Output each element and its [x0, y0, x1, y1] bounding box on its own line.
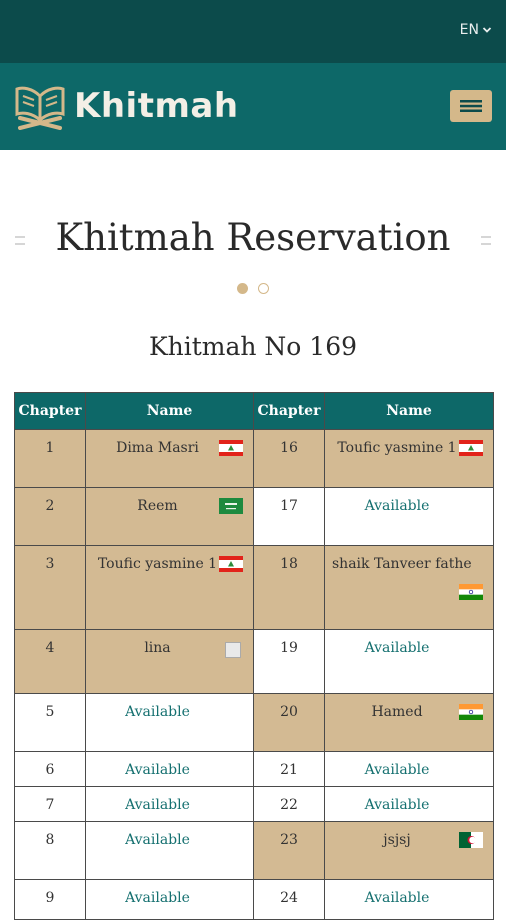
lebanon-flag-icon	[219, 556, 243, 572]
carousel-dot[interactable]	[258, 283, 269, 294]
khitmah-number: Khitmah No 169	[148, 332, 358, 361]
chapter-number: 3	[14, 545, 86, 630]
page-title: Khitmah Reservation	[55, 216, 451, 259]
chapter-number: 23	[253, 821, 325, 880]
reserved-name-cell: Hamed	[324, 693, 494, 752]
reservation-table: Chapter Name Chapter Name 1 Dima Masri 16 T…	[14, 392, 494, 920]
available-link[interactable]: Available	[87, 797, 252, 813]
available-slot[interactable]: Available	[324, 629, 494, 694]
table-row: 1 Dima Masri 16 Toufic yasmine 1	[14, 429, 494, 488]
reserver-name: shaik Tanveer fathe	[332, 556, 472, 572]
reserved-name-cell: lina	[85, 629, 254, 694]
column-header-chapter: Chapter	[253, 392, 325, 430]
available-slot[interactable]: Available	[324, 487, 494, 546]
table-row: 5 Available 20 Hamed	[14, 693, 494, 752]
reserved-name-cell: jsjsj	[324, 821, 494, 880]
carousel-dot-active[interactable]	[237, 283, 248, 294]
available-link[interactable]: Available	[326, 797, 492, 813]
chapter-number: 2	[14, 487, 86, 546]
chapter-number: 7	[14, 786, 86, 822]
chapter-number: 18	[253, 545, 325, 630]
chapter-number: 1	[14, 429, 86, 488]
chapter-number: 20	[253, 693, 325, 752]
available-slot[interactable]: Available	[324, 786, 494, 822]
available-slot[interactable]: Available	[85, 751, 254, 787]
page-title-section: Khitmah Reservation	[0, 208, 506, 268]
chapter-number: 4	[14, 629, 86, 694]
available-slot[interactable]: Available	[85, 693, 254, 752]
chapter-number: 16	[253, 429, 325, 488]
brand-name[interactable]: Khitmah	[74, 83, 239, 129]
column-header-chapter: Chapter	[14, 392, 86, 430]
chapter-number: 21	[253, 751, 325, 787]
chevron-down-icon	[482, 27, 492, 33]
table-row: 4 lina 19 Available	[14, 629, 494, 694]
available-link[interactable]: Available	[87, 890, 252, 906]
reserved-name-cell: Dima Masri	[85, 429, 254, 488]
title-decoration-right	[481, 236, 491, 245]
india-flag-icon	[459, 584, 483, 600]
column-header-name: Name	[85, 392, 254, 430]
available-slot[interactable]: Available	[324, 751, 494, 787]
reserved-name-cell: Toufic yasmine 1	[324, 429, 494, 488]
language-label: EN	[459, 22, 479, 38]
lebanon-flag-icon	[459, 440, 483, 456]
available-slot[interactable]: Available	[85, 821, 254, 880]
chapter-number: 5	[14, 693, 86, 752]
reserved-name-cell: Toufic yasmine 1	[85, 545, 254, 630]
chapter-number: 8	[14, 821, 86, 880]
available-link[interactable]: Available	[326, 498, 492, 514]
algeria-flag-icon	[459, 832, 483, 848]
brand-bar: Khitmah	[0, 63, 506, 150]
chapter-number: 6	[14, 751, 86, 787]
column-header-name: Name	[324, 392, 494, 430]
available-link[interactable]: Available	[326, 890, 492, 906]
table-row: 2 Reem 17 Available	[14, 487, 494, 546]
available-slot[interactable]: Available	[85, 786, 254, 822]
reserved-name-cell: shaik Tanveer fathe	[324, 545, 494, 630]
available-link[interactable]: Available	[87, 704, 252, 720]
language-selector[interactable]: EN	[460, 22, 492, 38]
lebanon-flag-icon	[219, 440, 243, 456]
available-link[interactable]: Available	[87, 832, 252, 848]
available-link[interactable]: Available	[326, 762, 492, 778]
table-row: 6 Available 21 Available	[14, 751, 494, 787]
table-header-row: Chapter Name Chapter Name	[14, 392, 494, 430]
open-book-logo[interactable]	[14, 84, 66, 130]
saudi-flag-icon	[219, 498, 243, 514]
table-row: 3 Toufic yasmine 1 18 shaik Tanveer fathe	[14, 545, 494, 630]
available-link[interactable]: Available	[326, 640, 492, 656]
chapter-number: 19	[253, 629, 325, 694]
chapter-number: 17	[253, 487, 325, 546]
available-link[interactable]: Available	[87, 762, 252, 778]
broken-image-icon	[225, 642, 241, 658]
top-bar: EN	[0, 0, 506, 63]
table-row: 7 Available 22 Available	[14, 786, 494, 822]
menu-button[interactable]	[450, 90, 492, 122]
carousel-dots	[0, 283, 506, 294]
hamburger-menu-icon	[460, 100, 482, 112]
india-flag-icon	[459, 704, 483, 720]
chapter-number: 22	[253, 786, 325, 822]
table-row: 8 Available 23 jsjsj	[14, 821, 494, 880]
reserved-name-cell: Reem	[85, 487, 254, 546]
